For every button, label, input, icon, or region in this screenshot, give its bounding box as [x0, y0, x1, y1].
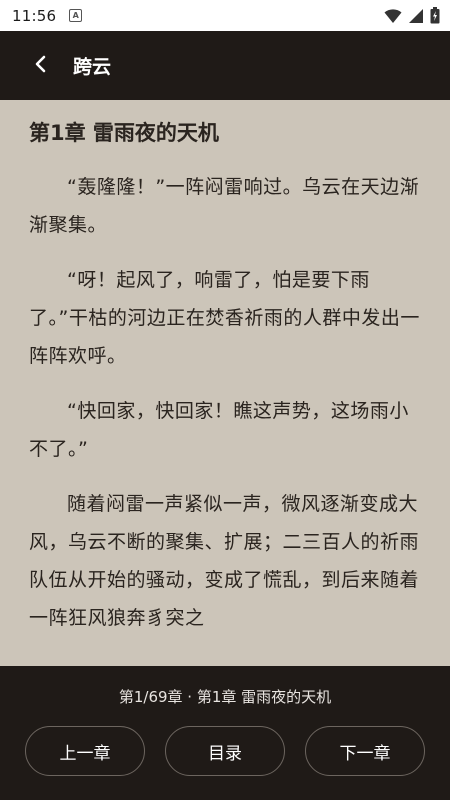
next-chapter-button[interactable]: 下一章: [305, 726, 425, 776]
font-a-icon: A: [69, 9, 83, 22]
chevron-left-icon: [34, 55, 48, 77]
status-icons: [384, 7, 440, 28]
table-of-contents-button[interactable]: 目录: [165, 726, 285, 776]
signal-icon: [408, 8, 424, 28]
prev-chapter-button[interactable]: 上一章: [25, 726, 145, 776]
status-time: 11:56: [12, 6, 57, 25]
paragraph: “呀！起风了，响雷了，怕是要下雨了。”干枯的河边正在焚香祈雨的人群中发出一阵阵欢…: [29, 269, 420, 367]
bottom-panel: 第1/69章 · 第1章 雷雨夜的天机 上一章 目录 下一章: [0, 666, 450, 800]
book-title: 跨云: [73, 56, 112, 78]
app-bar: 跨云: [0, 31, 450, 100]
paragraph: 随着闷雷一声紧似一声，微风逐渐变成大风，乌云不断的聚集、扩展；二三百人的祈雨队伍…: [29, 493, 420, 629]
battery-icon: [430, 7, 440, 28]
chapter-heading: 第1章 雷雨夜的天机: [29, 121, 219, 145]
status-bar: 11:56 A: [0, 0, 450, 31]
chapter-progress: 第1/69章 · 第1章 雷雨夜的天机: [118, 688, 332, 706]
back-button[interactable]: [21, 46, 61, 86]
wifi-icon: [384, 8, 402, 28]
reading-content[interactable]: 第1章 雷雨夜的天机 “轰隆隆！”一阵闷雷响过。乌云在天边渐渐聚集。 “呀！起风…: [0, 100, 450, 666]
paragraph: “轰隆隆！”一阵闷雷响过。乌云在天边渐渐聚集。: [29, 176, 420, 236]
paragraph: “快回家，快回家！瞧这声势，这场雨小不了。”: [29, 400, 409, 460]
